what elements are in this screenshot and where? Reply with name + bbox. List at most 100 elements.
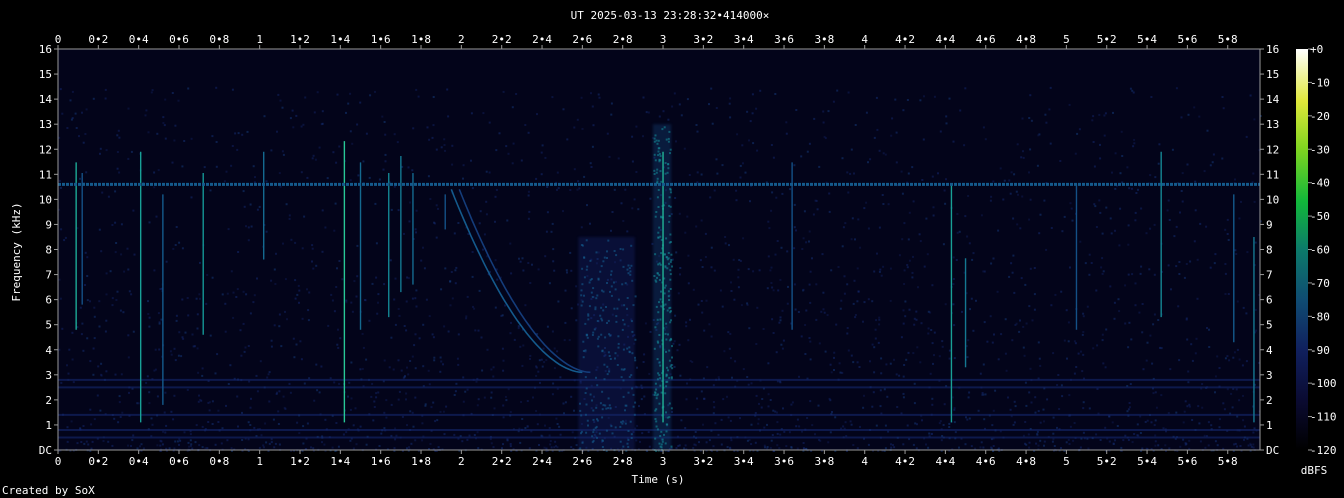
noise-speck [535, 374, 538, 377]
noise-speck [635, 439, 638, 442]
noise-speck [118, 401, 121, 404]
spectrogram-chart: UT 2025-03-13 23:28:32•414000× 000•20•20… [2, 9, 1337, 497]
noise-speck [230, 164, 233, 167]
noise-speck [679, 267, 682, 269]
noise-block-speck [600, 333, 603, 336]
noise-speck [1224, 228, 1227, 231]
noise-speck [485, 213, 488, 216]
noise-speck [550, 230, 553, 233]
noise-speck [1171, 148, 1174, 151]
noise-speck [782, 407, 784, 410]
noise-speck [672, 342, 675, 345]
noise-speck [313, 111, 316, 114]
noise-speck [967, 195, 970, 197]
noise-speck [968, 391, 971, 394]
noise-speck [1242, 306, 1245, 309]
noise-speck [201, 367, 204, 370]
noise-speck [982, 446, 985, 449]
noise-speck [803, 210, 806, 213]
noise-speck [895, 161, 898, 164]
noise-block-speck [584, 392, 587, 394]
noise-speck [1103, 134, 1106, 137]
noise-speck [643, 353, 646, 356]
noise-speck [798, 425, 801, 428]
noise-speck [902, 375, 905, 378]
noise-speck [1199, 440, 1202, 443]
noise-speck [1099, 143, 1101, 146]
noise-speck [501, 314, 504, 317]
noise-speck [1108, 440, 1111, 443]
noise-speck [336, 267, 338, 270]
noise-speck [540, 173, 543, 176]
noise-speck [952, 278, 955, 280]
noise-speck [715, 158, 718, 161]
noise-speck [751, 112, 754, 115]
noise-speck [1079, 446, 1082, 449]
noise-block-speck [594, 306, 597, 309]
noise-speck [705, 441, 708, 444]
noise-speck [303, 382, 306, 385]
noise-speck [729, 419, 732, 422]
noise-block-speck [591, 399, 593, 402]
noise-speck [805, 309, 808, 312]
noise-block-speck [592, 418, 595, 421]
noise-speck [854, 316, 857, 319]
noise-speck [294, 297, 297, 300]
noise-speck [793, 226, 796, 229]
noise-speck [916, 346, 919, 349]
noise-speck [1124, 322, 1127, 325]
noise-speck [429, 198, 432, 200]
noise-speck [394, 323, 397, 326]
noise-speck [700, 173, 703, 176]
noise-speck [451, 297, 454, 300]
noise-speck [1080, 350, 1082, 353]
noise-speck [374, 90, 376, 93]
noise-speck [953, 407, 956, 410]
noise-speck [1043, 444, 1045, 447]
noise-speck [432, 401, 435, 404]
noise-speck [1224, 272, 1227, 275]
noise-speck [104, 88, 107, 91]
colorbar-ticks: +0-10-20-30-40-50-60-70-80-90-100-110-12… [1308, 43, 1337, 457]
noise-speck [893, 358, 895, 361]
noise-speck [1084, 262, 1087, 265]
noise-speck [781, 192, 784, 195]
noise-speck [1175, 225, 1178, 228]
noise-speck [266, 376, 269, 379]
noise-speck [488, 171, 491, 174]
noise-speck [395, 434, 398, 437]
noise-speck [766, 447, 769, 450]
noise-speck [215, 86, 218, 89]
noise-speck [990, 195, 993, 198]
noise-speck [393, 133, 396, 136]
noise-speck [727, 331, 730, 334]
noise-speck [782, 339, 785, 342]
noise-block-speck [603, 363, 606, 366]
noise-speck [183, 140, 186, 142]
noise-speck [968, 242, 971, 245]
noise-speck [686, 215, 689, 218]
noise-speck [549, 443, 552, 446]
noise-speck [432, 336, 435, 339]
noise-speck [1184, 400, 1187, 403]
noise-block-speck [656, 142, 659, 145]
noise-speck [466, 438, 469, 441]
noise-block-speck [658, 374, 661, 377]
noise-speck [285, 203, 288, 206]
noise-speck [777, 289, 780, 292]
noise-speck [502, 369, 505, 372]
noise-speck [1066, 357, 1068, 360]
noise-speck [1013, 421, 1016, 424]
noise-block-speck [665, 138, 668, 141]
noise-speck [121, 411, 124, 414]
noise-speck [130, 445, 132, 447]
noise-speck [249, 424, 252, 426]
noise-speck [804, 353, 807, 355]
noise-speck [298, 289, 301, 292]
noise-speck [932, 214, 935, 217]
noise-block-speck [583, 256, 586, 259]
noise-speck [380, 432, 383, 435]
noise-block-speck [659, 235, 662, 238]
noise-speck [535, 366, 538, 369]
noise-speck [970, 445, 973, 448]
